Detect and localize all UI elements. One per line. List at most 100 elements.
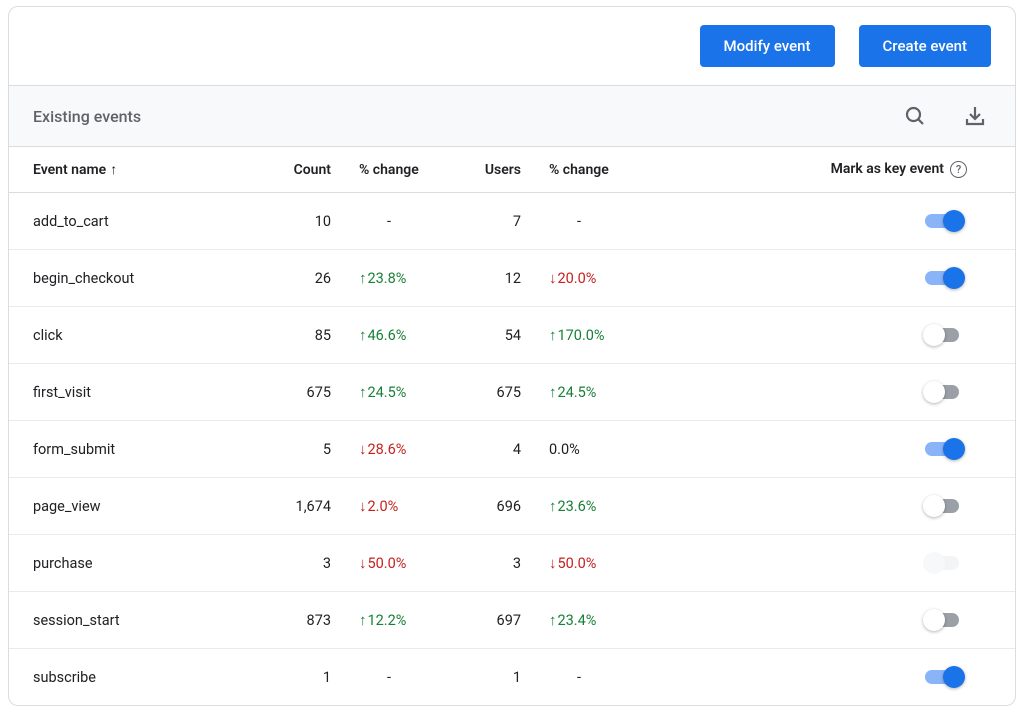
column-header-event-name[interactable]: Event name↑ (9, 147, 269, 193)
users-cell: 7 (459, 193, 529, 250)
key-toggle-cell (649, 364, 1015, 421)
users-change-cell: ↑170.0% (529, 307, 649, 364)
change-down: ↓50.0% (549, 555, 596, 572)
count-cell: 3 (269, 535, 339, 592)
event-name-cell[interactable]: add_to_cart (9, 193, 269, 250)
event-name-cell[interactable]: page_view (9, 478, 269, 535)
change-value: 50.0% (368, 555, 407, 572)
change-up: ↑12.2% (359, 612, 406, 629)
key-event-toggle[interactable] (923, 608, 967, 632)
events-table: Event name↑ Count % change Users % chang… (9, 147, 1015, 705)
column-header-users-change[interactable]: % change (529, 147, 649, 193)
count-cell: 1,674 (269, 478, 339, 535)
key-toggle-cell (649, 649, 1015, 706)
change-value: 23.8% (368, 270, 407, 287)
change-up: ↑24.5% (549, 384, 596, 401)
change-up: ↑23.8% (359, 270, 406, 287)
change-up: ↑24.5% (359, 384, 406, 401)
arrow-down-icon: ↓ (359, 442, 367, 457)
event-name-cell[interactable]: click (9, 307, 269, 364)
change-none: - (359, 213, 419, 230)
users-change-cell: 0.0% (529, 421, 649, 478)
table-row: page_view1,674 ↓2.0% 696 ↑23.6% (9, 478, 1015, 535)
change-none: - (549, 669, 609, 686)
users-change-cell: ↑23.6% (529, 478, 649, 535)
users-change-cell: ↑24.5% (529, 364, 649, 421)
download-icon[interactable] (959, 100, 991, 132)
change-value: 46.6% (368, 327, 407, 344)
key-event-toggle[interactable] (923, 266, 967, 290)
arrow-up-icon: ↑ (549, 613, 557, 628)
key-event-toggle[interactable] (923, 380, 967, 404)
key-toggle-cell (649, 250, 1015, 307)
event-name-cell[interactable]: first_visit (9, 364, 269, 421)
help-icon[interactable]: ? (950, 161, 967, 178)
key-event-toggle[interactable] (923, 437, 967, 461)
count-cell: 5 (269, 421, 339, 478)
users-cell: 1 (459, 649, 529, 706)
column-header-count-change[interactable]: % change (339, 147, 459, 193)
key-event-toggle[interactable] (923, 323, 967, 347)
count-change-cell: ↑23.8% (339, 250, 459, 307)
users-change-cell: ↓20.0% (529, 250, 649, 307)
change-up: ↑46.6% (359, 327, 406, 344)
change-down: ↓2.0% (359, 498, 398, 515)
event-name-cell[interactable]: session_start (9, 592, 269, 649)
users-cell: 697 (459, 592, 529, 649)
change-value: 170.0% (558, 327, 605, 344)
change-value: 50.0% (558, 555, 597, 572)
users-cell: 696 (459, 478, 529, 535)
arrow-down-icon: ↓ (549, 271, 557, 286)
event-name-cell[interactable]: purchase (9, 535, 269, 592)
modify-event-button[interactable]: Modify event (700, 25, 835, 67)
key-toggle-cell (649, 193, 1015, 250)
key-event-toggle (923, 551, 967, 575)
change-up: ↑23.4% (549, 612, 596, 629)
table-row: click85↑46.6%54↑170.0% (9, 307, 1015, 364)
column-header-users[interactable]: Users (459, 147, 529, 193)
arrow-down-icon: ↓ (359, 556, 367, 571)
key-event-toggle[interactable] (923, 209, 967, 233)
table-row: add_to_cart10-7- (9, 193, 1015, 250)
count-change-cell: ↑12.2% (339, 592, 459, 649)
change-value: 28.6% (368, 441, 407, 458)
count-change-cell: - (339, 193, 459, 250)
key-event-toggle[interactable] (923, 665, 967, 689)
event-name-cell[interactable]: subscribe (9, 649, 269, 706)
users-change-cell: - (529, 649, 649, 706)
create-event-button[interactable]: Create event (859, 25, 992, 67)
count-change-cell: ↓50.0% (339, 535, 459, 592)
section-header: Existing events (9, 86, 1015, 147)
column-header-mark-key: Mark as key event? (649, 147, 1015, 193)
change-neutral: 0.0% (549, 441, 580, 458)
arrow-up-icon: ↑ (359, 271, 367, 286)
users-cell: 675 (459, 364, 529, 421)
change-none: - (359, 669, 419, 686)
key-toggle-cell (649, 478, 1015, 535)
table-row: begin_checkout26↑23.8%12↓20.0% (9, 250, 1015, 307)
users-change-cell: ↓50.0% (529, 535, 649, 592)
count-change-cell: ↑46.6% (339, 307, 459, 364)
key-toggle-cell (649, 307, 1015, 364)
change-value: 20.0% (558, 270, 597, 287)
count-cell: 675 (269, 364, 339, 421)
event-name-cell[interactable]: form_submit (9, 421, 269, 478)
key-event-toggle[interactable] (923, 494, 967, 518)
users-cell: 3 (459, 535, 529, 592)
table-row: purchase3↓50.0%3↓50.0% (9, 535, 1015, 592)
arrow-down-icon: ↓ (549, 556, 557, 571)
count-change-cell: ↓2.0% (339, 478, 459, 535)
search-icon[interactable] (899, 100, 931, 132)
key-toggle-cell (649, 421, 1015, 478)
key-toggle-cell (649, 535, 1015, 592)
change-up: ↑23.6% (549, 498, 596, 515)
change-value: 24.5% (368, 384, 407, 401)
users-change-cell: ↑23.4% (529, 592, 649, 649)
count-cell: 85 (269, 307, 339, 364)
arrow-up-icon: ↑ (549, 328, 557, 343)
event-name-cell[interactable]: begin_checkout (9, 250, 269, 307)
count-cell: 10 (269, 193, 339, 250)
count-cell: 1 (269, 649, 339, 706)
arrow-up-icon: ↑ (359, 385, 367, 400)
column-header-count[interactable]: Count (269, 147, 339, 193)
